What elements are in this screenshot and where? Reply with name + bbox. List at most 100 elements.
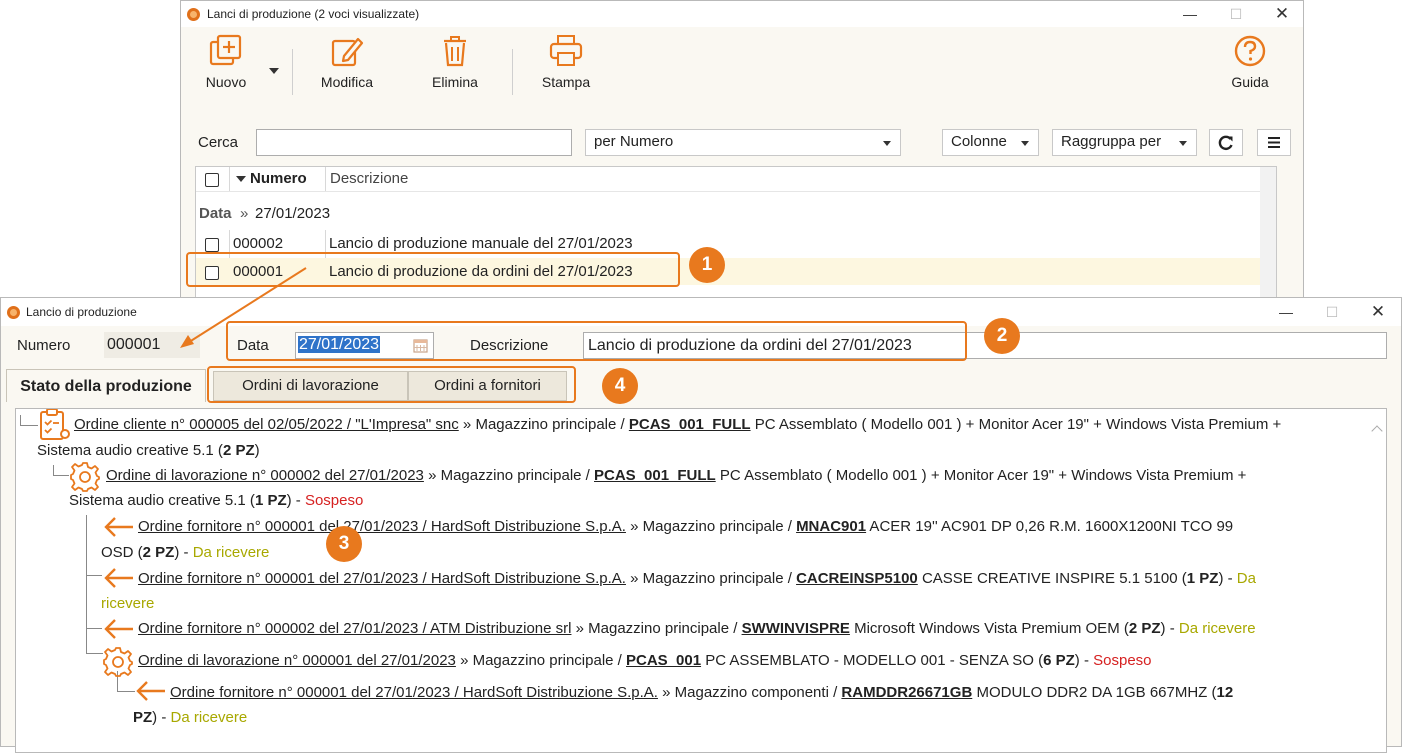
group-by-label: Raggruppa per	[1061, 133, 1162, 150]
node-link[interactable]: Ordine di lavorazione n° 000002 del 27/0…	[106, 467, 424, 484]
node-warehouse: » Magazzino componenti /	[657, 684, 842, 701]
tree-node-continuation: Sistema audio creative 5.1 (2 PZ)	[37, 441, 260, 461]
toolbar-separator	[292, 49, 293, 95]
tree-connector	[20, 415, 38, 426]
node-code[interactable]: CACREINSP5100	[796, 570, 918, 587]
customer-order-icon	[40, 409, 70, 440]
menu-button[interactable]	[1257, 129, 1291, 156]
edit-button[interactable]: Modifica	[313, 34, 381, 90]
node-code[interactable]: PCAS_001_FULL	[594, 467, 716, 484]
tree-node-supplier-order[interactable]: Ordine fornitore n° 000001 del 27/01/202…	[138, 517, 1233, 537]
tree-node-continuation: Sistema audio creative 5.1 (1 PZ) - Sosp…	[69, 491, 363, 511]
node-link[interactable]: Ordine fornitore n° 000001 del 27/01/202…	[138, 518, 626, 535]
node-code[interactable]: SWWINVISPRE	[742, 620, 850, 637]
arrow-left-icon	[104, 517, 133, 537]
tree-node-work-order[interactable]: Ordine di lavorazione n° 000001 del 27/0…	[138, 651, 1152, 671]
row-numero: 000002	[233, 235, 284, 252]
node-code[interactable]: MNAC901	[796, 518, 866, 535]
close-icon[interactable]: ✕	[1259, 1, 1305, 27]
node-desc: Sistema audio creative 5.1 (	[37, 442, 223, 459]
node-qty: PZ	[133, 709, 153, 726]
node-desc: CASSE CREATIVE INSPIRE 5.1 5100 (	[917, 570, 1187, 587]
node-code[interactable]: PCAS_001	[626, 652, 701, 669]
chevron-down-icon	[883, 141, 891, 146]
search-input[interactable]	[256, 129, 572, 156]
column-header-descrizione[interactable]: Descrizione	[330, 170, 408, 187]
tree-node-work-order[interactable]: Ordine di lavorazione n° 000002 del 27/0…	[106, 466, 1246, 486]
scroll-up-icon[interactable]	[1371, 425, 1383, 437]
arrow-left-icon	[104, 619, 133, 639]
tree-node-supplier-order[interactable]: Ordine fornitore n° 000001 del 27/01/202…	[138, 569, 1256, 589]
toolbar-separator	[512, 49, 513, 95]
node-qty: 1 PZ	[1186, 570, 1219, 587]
title-bar: Lanci di produzione (2 voci visualizzate…	[181, 1, 1303, 27]
new-dropdown-icon[interactable]	[269, 68, 279, 74]
node-desc: Sistema audio creative 5.1 (	[69, 492, 255, 509]
status-badge: ricevere	[101, 595, 155, 612]
node-qty: 2 PZ	[142, 544, 175, 561]
node-warehouse: » Magazzino principale /	[455, 652, 626, 669]
new-button[interactable]: Nuovo	[197, 34, 255, 90]
window-title: Lanci di produzione (2 voci visualizzate…	[207, 7, 420, 21]
node-qty: 2 PZ	[1128, 620, 1161, 637]
node-code[interactable]: RAMDDR26671GB	[841, 684, 972, 701]
close-icon[interactable]: ✕	[1355, 298, 1401, 324]
chevron-down-icon	[1021, 141, 1029, 146]
node-desc: OSD (	[101, 544, 143, 561]
tab-stato-produzione[interactable]: Stato della produzione	[6, 369, 206, 402]
minimize-icon[interactable]: —	[1167, 1, 1213, 27]
node-code[interactable]: PCAS_001_FULL	[629, 416, 751, 433]
tree-node-continuation: OSD (2 PZ) - Da ricevere	[101, 543, 269, 563]
tree-connector	[86, 628, 102, 629]
node-link[interactable]: Ordine di lavorazione n° 000001 del 27/0…	[138, 652, 456, 669]
node-warehouse: » Magazzino principale /	[625, 570, 797, 587]
group-key: Data	[199, 205, 232, 222]
tree-node-supplier-order[interactable]: Ordine fornitore n° 000001 del 27/01/202…	[170, 683, 1233, 703]
highlight-box-2	[226, 321, 967, 361]
grid-scrollbar[interactable]	[1260, 167, 1276, 302]
row-descrizione: Lancio di produzione manuale del 27/01/2…	[329, 235, 633, 252]
gear-icon	[70, 462, 100, 492]
detail-window: Lancio di produzione — ☐ ✕ Numero 000001…	[0, 297, 1402, 753]
node-punct: ) -	[152, 709, 171, 726]
print-button[interactable]: Stampa	[536, 34, 596, 90]
help-label: Guida	[1231, 74, 1269, 90]
node-desc: MODULO DDR2 DA 1GB 667MHZ (	[972, 684, 1217, 701]
edit-label: Modifica	[320, 74, 374, 90]
app-icon	[187, 8, 200, 21]
group-separator: »	[240, 205, 249, 222]
help-button[interactable]: Guida	[1223, 34, 1277, 90]
search-label: Cerca	[198, 134, 239, 151]
search-by-value: per Numero	[594, 133, 674, 150]
node-punct: ) -	[1218, 570, 1237, 587]
tree-scrollbar[interactable]	[1370, 409, 1386, 752]
refresh-button[interactable]	[1209, 129, 1243, 156]
node-warehouse: » Magazzino principale /	[458, 416, 629, 433]
column-header-numero[interactable]: Numero	[250, 170, 307, 187]
maximize-icon[interactable]: ☐	[1309, 298, 1355, 324]
tree-connector	[53, 465, 69, 476]
tree-node-supplier-order[interactable]: Ordine fornitore n° 000002 del 27/01/202…	[138, 619, 1256, 639]
callout-badge-1: 1	[689, 247, 725, 283]
sort-desc-icon	[236, 176, 246, 182]
search-by-select[interactable]: per Numero	[585, 129, 901, 156]
group-by-button[interactable]: Raggruppa per	[1052, 129, 1197, 156]
columns-button[interactable]: Colonne	[942, 129, 1039, 156]
node-link[interactable]: Ordine cliente n° 000005 del 02/05/2022 …	[74, 416, 459, 433]
minimize-icon[interactable]: —	[1263, 298, 1309, 324]
node-link[interactable]: Ordine fornitore n° 000002 del 27/01/202…	[138, 620, 571, 637]
select-all-checkbox[interactable]	[205, 173, 219, 187]
delete-button[interactable]: Elimina	[425, 34, 485, 90]
maximize-icon[interactable]: ☐	[1213, 1, 1259, 27]
status-badge: Da	[1236, 570, 1256, 587]
node-qty: 2 PZ	[222, 442, 255, 459]
row-checkbox[interactable]	[205, 238, 219, 252]
node-warehouse: » Magazzino principale /	[625, 518, 797, 535]
window-title: Lancio di produzione	[26, 305, 137, 319]
node-link[interactable]: Ordine fornitore n° 000001 del 27/01/202…	[138, 570, 626, 587]
tree-node-customer-order[interactable]: Ordine cliente n° 000005 del 02/05/2022 …	[74, 415, 1281, 435]
trash-icon	[444, 36, 466, 67]
node-link[interactable]: Ordine fornitore n° 000001 del 27/01/202…	[170, 684, 658, 701]
callout-badge-3: 3	[326, 526, 362, 562]
node-qty: 1 PZ	[254, 492, 287, 509]
